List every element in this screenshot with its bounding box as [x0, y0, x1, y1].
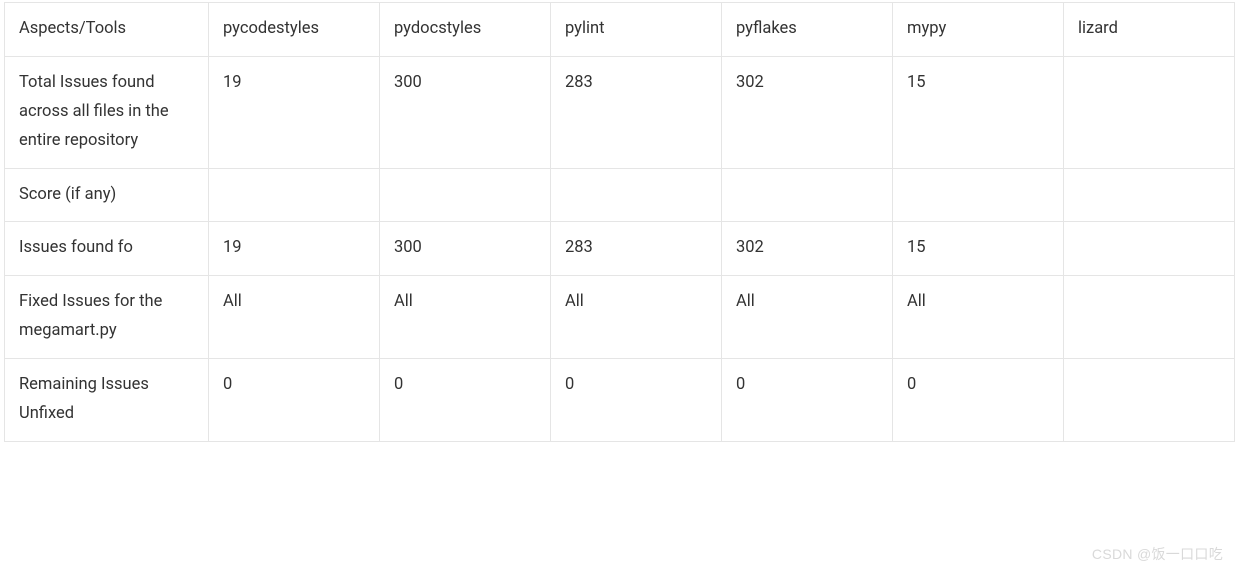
table-row: Score (if any)	[5, 168, 1235, 222]
cell: All	[380, 276, 551, 359]
cell: 300	[380, 222, 551, 276]
cell: 15	[893, 222, 1064, 276]
header-pydocstyles: pydocstyles	[380, 3, 551, 57]
cell: 302	[722, 222, 893, 276]
cell	[1064, 168, 1235, 222]
cell: 19	[209, 222, 380, 276]
cell: 0	[380, 359, 551, 442]
cell: All	[209, 276, 380, 359]
cell	[209, 168, 380, 222]
row-label: Remaining Issues Unfixed	[5, 359, 209, 442]
cell: 0	[722, 359, 893, 442]
cell: 300	[380, 56, 551, 168]
cell: 0	[893, 359, 1064, 442]
cell	[722, 168, 893, 222]
table-row: Remaining Issues Unfixed 0 0 0 0 0	[5, 359, 1235, 442]
row-label: Score (if any)	[5, 168, 209, 222]
cell	[1064, 56, 1235, 168]
watermark-text: CSDN @饭一口口吃	[1092, 544, 1223, 564]
header-aspects: Aspects/Tools	[5, 3, 209, 57]
table-row: Issues found fo 19 300 283 302 15	[5, 222, 1235, 276]
table-row: Fixed Issues for the megamart.py All All…	[5, 276, 1235, 359]
cell: 15	[893, 56, 1064, 168]
cell	[893, 168, 1064, 222]
comparison-table: Aspects/Tools pycodestyles pydocstyles p…	[4, 2, 1235, 442]
cell: All	[551, 276, 722, 359]
cell: All	[722, 276, 893, 359]
header-mypy: mypy	[893, 3, 1064, 57]
cell	[551, 168, 722, 222]
cell	[380, 168, 551, 222]
table-row: Total Issues found across all files in t…	[5, 56, 1235, 168]
row-label: Total Issues found across all files in t…	[5, 56, 209, 168]
cell	[1064, 359, 1235, 442]
header-pyflakes: pyflakes	[722, 3, 893, 57]
cell: 0	[551, 359, 722, 442]
cell: 0	[209, 359, 380, 442]
cell: All	[893, 276, 1064, 359]
cell: 283	[551, 222, 722, 276]
cell: 302	[722, 56, 893, 168]
cell	[1064, 222, 1235, 276]
cell	[1064, 276, 1235, 359]
header-pylint: pylint	[551, 3, 722, 57]
table-header-row: Aspects/Tools pycodestyles pydocstyles p…	[5, 3, 1235, 57]
row-label: Issues found fo	[5, 222, 209, 276]
header-lizard: lizard	[1064, 3, 1235, 57]
row-label: Fixed Issues for the megamart.py	[5, 276, 209, 359]
cell: 19	[209, 56, 380, 168]
header-pycodestyles: pycodestyles	[209, 3, 380, 57]
cell: 283	[551, 56, 722, 168]
